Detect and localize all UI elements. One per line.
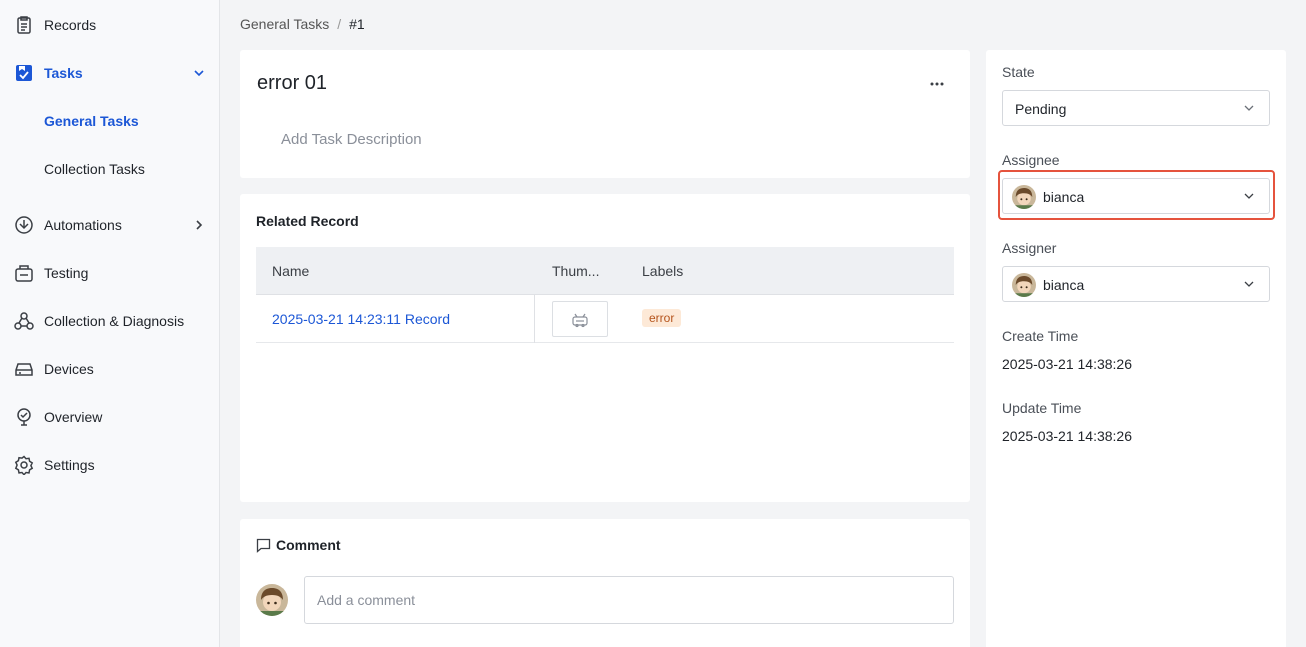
task-description-placeholder[interactable]: Add Task Description xyxy=(281,131,422,148)
sidebar-item-testing[interactable]: Testing xyxy=(0,253,219,293)
tasks-icon xyxy=(14,63,34,83)
related-record-title: Related Record xyxy=(256,213,359,229)
column-divider xyxy=(534,295,535,343)
sidebar-item-devices[interactable]: Devices xyxy=(0,349,219,389)
sidebar-item-label: Settings xyxy=(44,457,95,473)
comment-header: Comment xyxy=(256,537,341,553)
sidebar-item-label: Tasks xyxy=(44,65,83,81)
related-record-table: Name Thum... Labels 2025-03-21 14:23:11 … xyxy=(256,247,954,343)
sidebar-item-label: Automations xyxy=(44,217,122,233)
assignee-value: bianca xyxy=(1043,189,1085,205)
diagnosis-icon xyxy=(14,311,34,331)
sidebar-item-label: Records xyxy=(44,17,97,33)
comment-title: Comment xyxy=(276,537,341,553)
column-header-thumbnail: Thum... xyxy=(552,263,600,279)
sidebar-item-automations[interactable]: Automations xyxy=(0,205,219,245)
task-header-card: error 01 Add Task Description xyxy=(240,50,970,178)
sidebar-item-settings[interactable]: Settings xyxy=(0,445,219,485)
chevron-down-icon xyxy=(1244,193,1254,199)
records-icon xyxy=(14,15,34,35)
sidebar-item-label: Devices xyxy=(44,361,94,377)
create-time-label: Create Time xyxy=(1002,328,1079,344)
task-title[interactable]: error 01 xyxy=(257,72,327,95)
sidebar-item-collection-tasks[interactable]: Collection Tasks xyxy=(0,149,219,189)
comment-icon xyxy=(256,538,271,553)
create-time-value: 2025-03-21 14:38:26 xyxy=(1002,356,1132,372)
gear-icon xyxy=(14,455,34,475)
sidebar-item-collection-diagnosis[interactable]: Collection & Diagnosis xyxy=(0,301,219,341)
task-details-panel: State Pending Assignee bianca Assigner b… xyxy=(986,50,1286,647)
state-label: State xyxy=(1002,64,1035,80)
table-header: Name Thum... Labels xyxy=(256,247,954,295)
breadcrumb-parent[interactable]: General Tasks xyxy=(240,16,329,32)
chevron-down-icon xyxy=(1244,281,1254,287)
table-row: 2025-03-21 14:23:11 Record error xyxy=(256,295,954,343)
column-header-labels: Labels xyxy=(642,263,684,279)
avatar xyxy=(1012,273,1036,297)
column-header-name: Name xyxy=(272,263,310,279)
record-link[interactable]: 2025-03-21 14:23:11 Record xyxy=(272,311,450,327)
comment-card: Comment xyxy=(240,519,970,647)
assigner-label: Assigner xyxy=(1002,240,1057,256)
sidebar-item-label: General Tasks xyxy=(44,113,139,129)
sidebar-item-label: Collection Tasks xyxy=(44,161,145,177)
sidebar-item-label: Overview xyxy=(44,409,103,425)
assigner-value: bianca xyxy=(1043,277,1085,293)
overview-icon xyxy=(14,407,34,427)
sidebar-item-records[interactable]: Records xyxy=(0,5,219,45)
assignee-label: Assignee xyxy=(1002,152,1060,168)
breadcrumb-separator: / xyxy=(337,16,342,32)
sidebar-item-label: Collection & Diagnosis xyxy=(44,313,185,329)
breadcrumb-current: #1 xyxy=(349,16,365,32)
more-button[interactable] xyxy=(926,74,948,94)
devices-icon xyxy=(14,359,34,379)
related-record-card: Related Record Name Thum... Labels 2025-… xyxy=(240,194,970,502)
sidebar: Records Tasks General Tasks Collection T… xyxy=(0,0,220,647)
sidebar-item-tasks[interactable]: Tasks xyxy=(0,53,219,93)
record-thumbnail[interactable] xyxy=(552,301,608,337)
testing-icon xyxy=(14,263,34,283)
avatar xyxy=(1012,185,1036,209)
sidebar-item-overview[interactable]: Overview xyxy=(0,397,219,437)
label-tag: error xyxy=(642,309,682,327)
sidebar-item-general-tasks[interactable]: General Tasks xyxy=(0,101,219,141)
breadcrumb: General Tasks / #1 xyxy=(240,16,365,32)
avatar xyxy=(256,584,288,616)
comment-input[interactable] xyxy=(304,576,954,624)
assigner-select[interactable]: bianca xyxy=(1002,266,1270,302)
chevron-down-icon xyxy=(192,66,206,80)
chevron-down-icon xyxy=(1244,105,1254,111)
update-time-value: 2025-03-21 14:38:26 xyxy=(1002,428,1132,444)
state-value: Pending xyxy=(1015,101,1067,117)
sidebar-item-label: Testing xyxy=(44,265,89,281)
assignee-select[interactable]: bianca xyxy=(1002,178,1270,214)
update-time-label: Update Time xyxy=(1002,400,1082,416)
automations-icon xyxy=(14,215,34,235)
chevron-right-icon xyxy=(192,218,206,232)
more-icon xyxy=(930,82,944,86)
state-select[interactable]: Pending xyxy=(1002,90,1270,126)
robot-icon xyxy=(572,313,588,328)
